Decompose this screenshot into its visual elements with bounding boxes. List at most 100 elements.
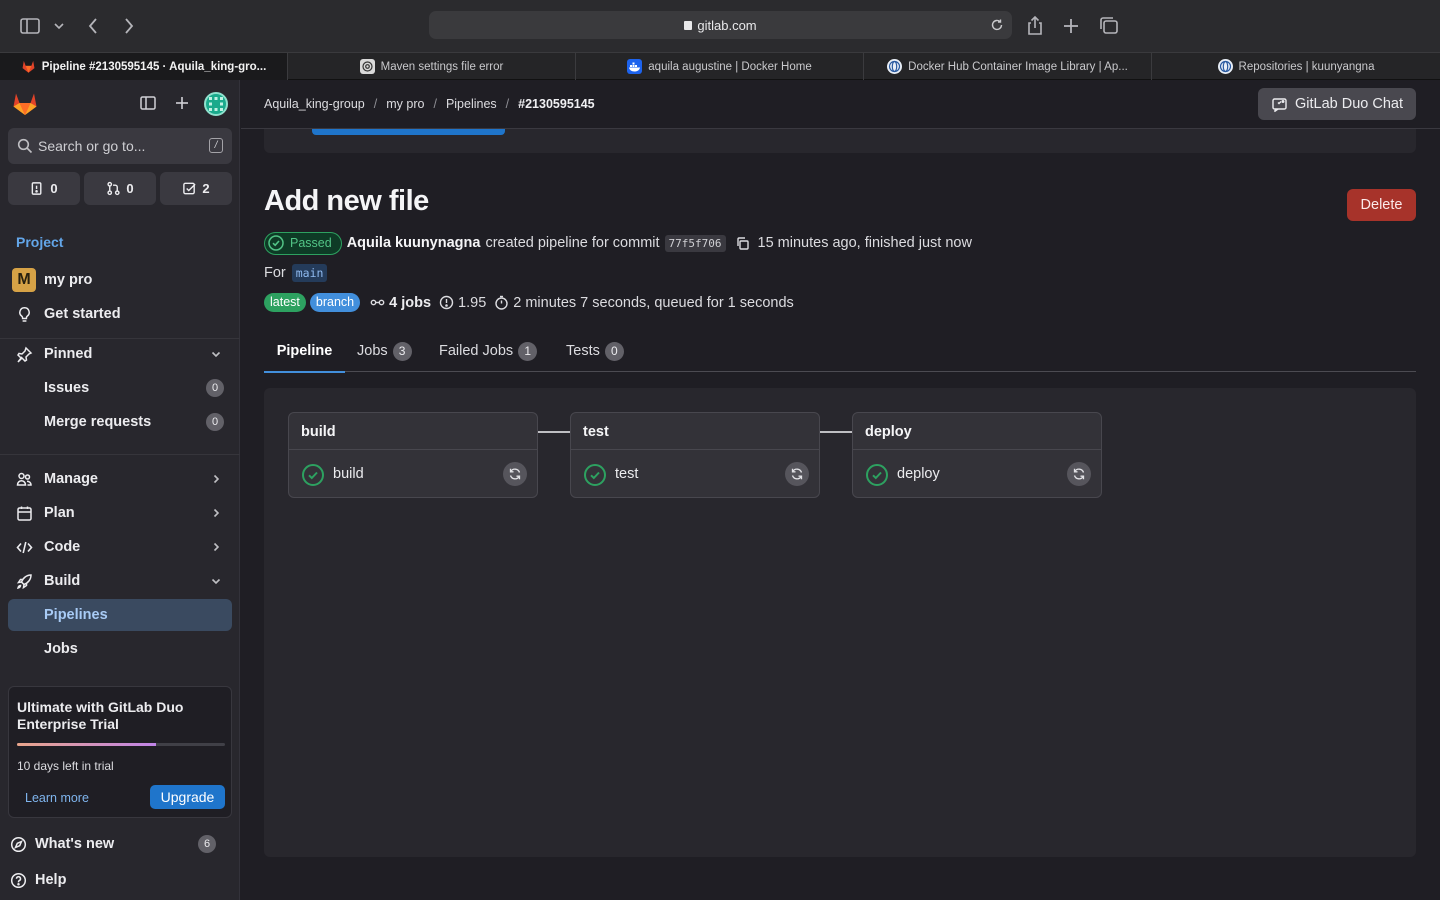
globe-icon — [887, 59, 903, 74]
pipeline-meta: Passed Aquila kuunynagna created pipelin… — [264, 231, 972, 255]
retry-button[interactable] — [785, 462, 809, 486]
branch-ref[interactable]: main — [291, 264, 328, 282]
branch-badge: branch — [309, 293, 361, 312]
share-icon[interactable] — [1023, 14, 1047, 38]
browser-tab[interactable]: aquila augustine | Docker Home — [576, 53, 864, 80]
sidebar-item-issues[interactable]: Issues 0 — [8, 372, 232, 404]
gitlab-logo-icon[interactable] — [11, 90, 39, 118]
merge-requests-counter[interactable]: 0 — [84, 172, 156, 205]
address-bar[interactable]: gitlab.com — [429, 11, 1012, 39]
browser-tab[interactable]: Repositories | kuunyangna — [1152, 53, 1440, 80]
stage-test: test test — [570, 412, 820, 498]
browser-tab[interactable]: Pipeline #2130595145 · Aquila_king-gro..… — [0, 53, 288, 80]
stage-name: build — [301, 424, 336, 440]
browser-tab[interactable]: Docker Hub Container Image Library | Ap.… — [864, 53, 1152, 80]
job-deploy[interactable]: deploy — [865, 462, 1091, 488]
sidebar-item-whats-new[interactable]: What's new 6 — [4, 828, 228, 860]
tab-title: aquila augustine | Docker Home — [648, 60, 812, 73]
sidebar-item-label: Pinned — [44, 346, 93, 362]
breadcrumb-current[interactable]: #2130595145 — [518, 97, 594, 111]
top-header: Aquila_king-group / my pro / Pipelines /… — [241, 80, 1440, 129]
stage-header: deploy — [853, 413, 1101, 450]
trial-progress-bar — [17, 743, 225, 746]
sidebar-item-manage[interactable]: Manage — [8, 463, 232, 495]
pipeline-author[interactable]: Aquila kuunynagna — [347, 235, 481, 251]
breadcrumb-item[interactable]: Pipelines — [446, 97, 497, 111]
browser-tab-strip: Pipeline #2130595145 · Aquila_king-gro..… — [0, 52, 1440, 80]
sidebar-item-plan[interactable]: Plan — [8, 497, 232, 529]
users-icon — [16, 471, 33, 488]
success-icon — [302, 464, 324, 486]
search-input[interactable]: Search or go to... / — [8, 128, 232, 164]
assigned-issues-counter[interactable]: 0 — [8, 172, 80, 205]
duration-text: 2 minutes 7 seconds, queued for 1 second… — [513, 294, 794, 311]
retry-button[interactable] — [503, 462, 527, 486]
tab-title: Pipeline #2130595145 · Aquila_king-gro..… — [41, 60, 267, 73]
clock-icon — [495, 295, 508, 310]
code-icon — [16, 539, 33, 556]
chevron-right-icon — [210, 473, 222, 485]
learn-more-link[interactable]: Learn more — [25, 791, 89, 805]
back-icon[interactable] — [82, 14, 106, 38]
sidebar-item-code[interactable]: Code — [8, 531, 232, 563]
counter-value: 2 — [202, 181, 210, 196]
sidebar-item-label: my pro — [44, 272, 93, 288]
reload-icon[interactable] — [990, 18, 1004, 32]
sidebar-item-pipelines[interactable]: Pipelines — [8, 599, 232, 631]
docker-icon — [627, 59, 643, 74]
upgrade-button[interactable]: Upgrade — [150, 785, 225, 809]
coverage-value: 1.95 — [458, 294, 487, 311]
tab-label: Tests — [566, 343, 600, 359]
job-build[interactable]: build — [301, 462, 527, 488]
trial-card: Ultimate with GitLab Duo Enterprise Tria… — [8, 686, 232, 818]
keyboard-shortcut-hint: / — [209, 138, 223, 153]
success-icon — [866, 464, 888, 486]
count-badge: 0 — [206, 379, 224, 397]
todos-counter[interactable]: 2 — [160, 172, 232, 205]
sidebar-item-project[interactable]: M my pro — [8, 264, 232, 296]
tab-jobs[interactable]: Jobs 3 — [357, 330, 412, 372]
sidebar-toggle-icon[interactable] — [18, 14, 42, 38]
copy-icon[interactable] — [735, 236, 750, 251]
sidebar-item-get-started[interactable]: Get started — [8, 298, 232, 330]
commit-sha[interactable]: 77f5f706 — [664, 234, 726, 252]
tab-overview-icon[interactable] — [1097, 14, 1121, 38]
collapse-sidebar-icon[interactable] — [139, 94, 157, 112]
browser-tab[interactable]: Maven settings file error — [288, 53, 576, 80]
calendar-icon — [16, 505, 33, 522]
chevron-down-icon — [210, 348, 222, 360]
pipeline-badges: latest branch 4 jobs 1.95 2 minutes 7 se… — [264, 292, 794, 313]
duo-chat-button[interactable]: GitLab Duo Chat — [1258, 88, 1416, 120]
new-tab-icon[interactable] — [1059, 14, 1083, 38]
job-test[interactable]: test — [583, 462, 809, 488]
stage-header: build — [289, 413, 537, 450]
url-text: gitlab.com — [697, 18, 757, 33]
scrolled-button-edge[interactable] — [312, 129, 505, 135]
stage-build: build build — [288, 412, 538, 498]
status-badge[interactable]: Passed — [264, 231, 342, 255]
tab-failed-jobs[interactable]: Failed Jobs 1 — [439, 330, 538, 372]
tab-label: Failed Jobs — [439, 343, 514, 359]
sidebar-item-merge-requests[interactable]: Merge requests 0 — [8, 406, 232, 438]
stage-name: deploy — [865, 424, 912, 440]
sidebar-item-help[interactable]: Help — [4, 864, 228, 896]
sidebar-item-jobs[interactable]: Jobs — [8, 633, 232, 665]
forward-icon[interactable] — [116, 14, 140, 38]
retry-icon — [791, 468, 803, 480]
tab-pipeline[interactable]: Pipeline — [264, 330, 345, 373]
stage-name: test — [583, 424, 609, 440]
create-new-icon[interactable] — [173, 94, 191, 112]
sidebar-item-build[interactable]: Build — [8, 565, 232, 597]
breadcrumb-item[interactable]: Aquila_king-group — [264, 97, 365, 111]
tab-tests[interactable]: Tests 0 — [566, 330, 624, 372]
retry-button[interactable] — [1067, 462, 1091, 486]
sidebar-item-label: Code — [44, 539, 81, 555]
sidebar-item-label: Build — [44, 573, 81, 589]
openai-icon — [359, 59, 375, 74]
chevron-down-icon[interactable] — [52, 14, 66, 38]
breadcrumb-item[interactable]: my pro — [386, 97, 424, 111]
delete-button[interactable]: Delete — [1347, 189, 1416, 221]
user-avatar[interactable] — [204, 92, 228, 116]
sidebar-item-pinned[interactable]: Pinned — [8, 338, 232, 370]
search-placeholder: Search or go to... — [38, 138, 146, 154]
